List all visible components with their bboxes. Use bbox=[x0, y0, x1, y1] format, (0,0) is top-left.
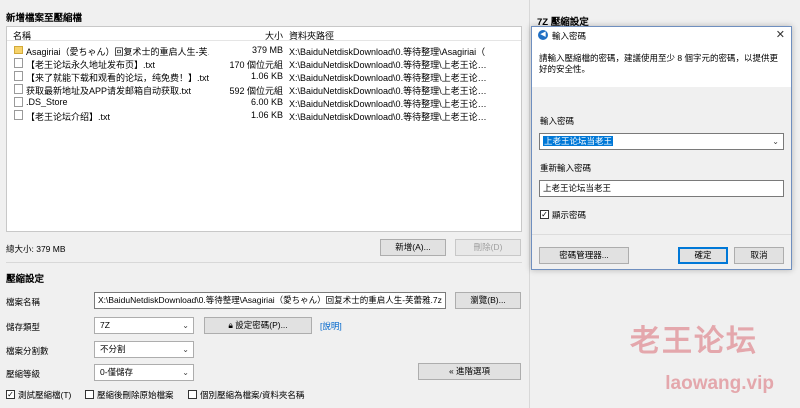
advanced-options-button[interactable]: « 進階選項 bbox=[418, 363, 521, 380]
app-logo-icon: ◀ bbox=[538, 30, 548, 40]
section-divider bbox=[6, 262, 522, 263]
file-row[interactable]: 【老王论坛永久地址发布页】.txt 170 個位元組 X:\BaiduNetdi… bbox=[7, 56, 521, 70]
add-button[interactable]: 新增(A)... bbox=[380, 239, 446, 256]
dialog-message-area: 請輸入壓縮檔的密碼，建議使用至少 8 個字元的密碼，以提供更好的安全性。 bbox=[532, 43, 791, 87]
file-row[interactable]: 【老王论坛介绍】.txt 1.06 KB X:\BaiduNetdiskDown… bbox=[7, 108, 521, 122]
panel-divider bbox=[529, 0, 530, 408]
file-icon bbox=[14, 97, 23, 107]
password-dialog: ◀ 輸入密碼 ✕ 請輸入壓縮檔的密碼，建議使用至少 8 個字元的密碼，以提供更好… bbox=[531, 26, 792, 270]
password-label: 輸入密碼 bbox=[540, 116, 575, 126]
separate-archives-label: 個別壓縮為檔案/資料夾名稱 bbox=[200, 390, 305, 400]
archive-name-label: 檔案名稱 bbox=[6, 297, 41, 307]
chevron-down-icon: ⌄ bbox=[182, 345, 189, 354]
storage-type-label: 儲存類型 bbox=[6, 322, 41, 332]
cancel-button[interactable]: 取消 bbox=[734, 247, 784, 264]
folder-icon bbox=[14, 46, 23, 54]
delete-after-label: 壓縮後刪除原始檔案 bbox=[97, 390, 174, 400]
remove-button[interactable]: 刪除(D) bbox=[455, 239, 521, 256]
file-row[interactable]: Asagiriai（愛ちゃん）回复术士的重启人生-芙… 379 MB X:\Ba… bbox=[7, 43, 521, 57]
level-label: 壓縮等級 bbox=[6, 369, 41, 379]
column-name[interactable]: 名稱 bbox=[13, 29, 209, 42]
split-select[interactable]: 不分割 ⌄ bbox=[94, 341, 194, 358]
separate-archives-checkbox[interactable] bbox=[188, 390, 197, 399]
show-password-label: 顯示密碼 bbox=[552, 210, 587, 220]
level-select[interactable]: 0-僅儲存 ⌄ bbox=[94, 364, 194, 381]
compress-settings-title: 壓縮設定 bbox=[6, 274, 45, 285]
dialog-divider bbox=[532, 234, 791, 235]
dialog-title: 輸入密碼 bbox=[552, 31, 587, 41]
confirm-password-label: 重新輸入密碼 bbox=[540, 163, 592, 173]
add-files-section-title: 新增檔案至壓縮檔 bbox=[6, 13, 83, 24]
file-icon bbox=[14, 71, 23, 81]
watermark-logo-text: 老王论坛 bbox=[630, 325, 758, 358]
file-row[interactable]: 【来了就能下载和观看的论坛，纯免费！】.txt 1.06 KB X:\Baidu… bbox=[7, 69, 521, 83]
dialog-message: 請輸入壓縮檔的密碼，建議使用至少 8 個字元的密碼，以提供更好的安全性。 bbox=[539, 53, 778, 74]
file-icon bbox=[14, 58, 23, 68]
confirm-password-input[interactable]: 上老王论坛当老王 bbox=[539, 180, 784, 197]
watermark-url: laowang.vip bbox=[665, 373, 774, 394]
column-path[interactable]: 資料夾路徑 bbox=[289, 29, 519, 42]
help-link[interactable]: [說明] bbox=[320, 320, 342, 332]
test-archive-checkbox[interactable]: ✓ bbox=[6, 390, 15, 399]
ok-button[interactable]: 確定 bbox=[678, 247, 728, 264]
archive-name-input[interactable]: X:\BaiduNetdiskDownload\0.等待整理\Asagiriai… bbox=[94, 292, 446, 309]
chevron-down-icon: ⌄ bbox=[182, 368, 189, 377]
split-label: 檔案分割數 bbox=[6, 346, 49, 356]
set-password-button[interactable]: 🔒︎ 設定密碼(P)... bbox=[204, 317, 312, 334]
storage-type-select[interactable]: 7Z ⌄ bbox=[94, 317, 194, 334]
test-archive-label: 測試壓縮檔(T) bbox=[18, 390, 72, 400]
column-size[interactable]: 大小 bbox=[213, 29, 283, 42]
file-icon bbox=[14, 110, 23, 120]
file-list[interactable]: 名稱 大小 資料夾路徑 Asagiriai（愛ちゃん）回复术士的重启人生-芙… … bbox=[6, 26, 522, 232]
show-password-checkbox[interactable]: ✓ bbox=[540, 210, 549, 219]
password-manager-button[interactable]: 密碼管理器... bbox=[539, 247, 629, 264]
file-row[interactable]: .DS_Store 6.00 KB X:\BaiduNetdiskDownloa… bbox=[7, 95, 521, 109]
total-size-label: 總大小: 379 MB bbox=[6, 244, 66, 254]
close-icon[interactable]: ✕ bbox=[776, 28, 785, 41]
file-list-header: 名稱 大小 資料夾路徑 bbox=[7, 27, 521, 41]
chevron-down-icon: ⌄ bbox=[182, 321, 189, 330]
lock-icon: 🔒︎ bbox=[228, 320, 233, 330]
file-row[interactable]: 获取最新地址及APP请发邮箱自动获取.txt 592 個位元組 X:\Baidu… bbox=[7, 82, 521, 96]
chevron-down-icon[interactable]: ⌄ bbox=[772, 134, 779, 149]
password-input[interactable]: 上老王论坛当老王 ⌄ bbox=[539, 133, 784, 150]
dialog-titlebar[interactable]: ◀ 輸入密碼 ✕ bbox=[532, 27, 791, 43]
browse-button[interactable]: 瀏覽(B)... bbox=[455, 292, 521, 309]
file-icon bbox=[14, 84, 23, 94]
delete-after-checkbox[interactable] bbox=[85, 390, 94, 399]
